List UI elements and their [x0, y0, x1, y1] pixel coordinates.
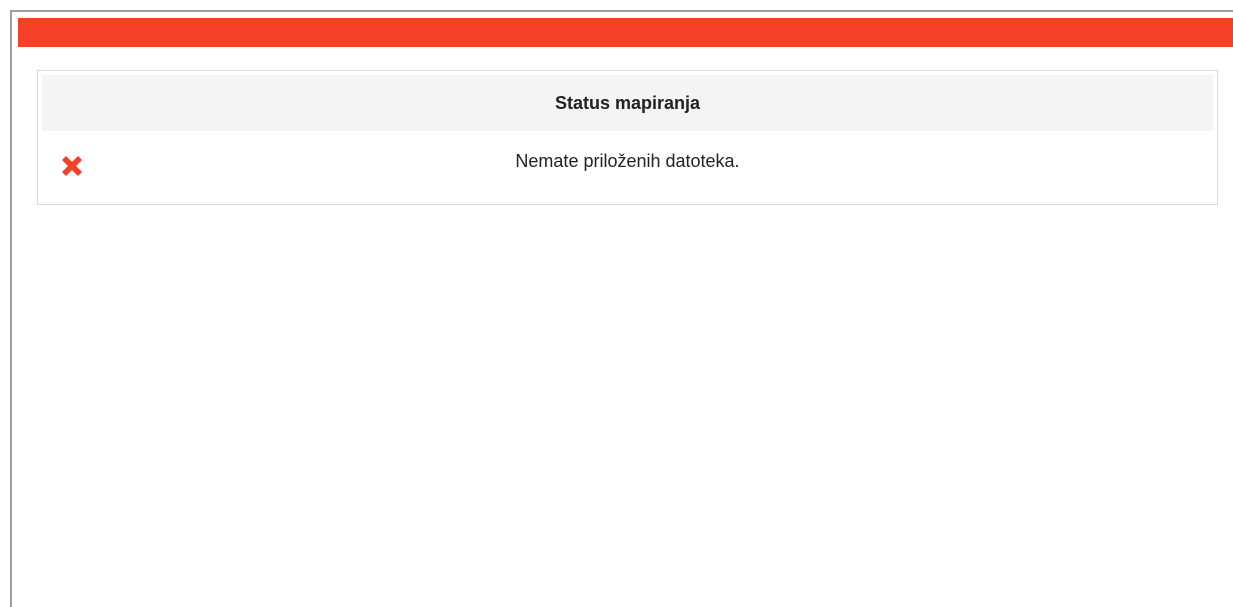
status-row: Nemate priloženih datoteka. [42, 131, 1213, 197]
header-bar [18, 18, 1233, 47]
panel-title: Status mapiranja [42, 75, 1213, 131]
mapping-status-panel: Status mapiranja Nemate priloženih datot… [37, 70, 1218, 205]
status-message: Nemate priloženih datoteka. [515, 151, 740, 171]
window-frame: Status mapiranja Nemate priloženih datot… [10, 10, 1233, 607]
